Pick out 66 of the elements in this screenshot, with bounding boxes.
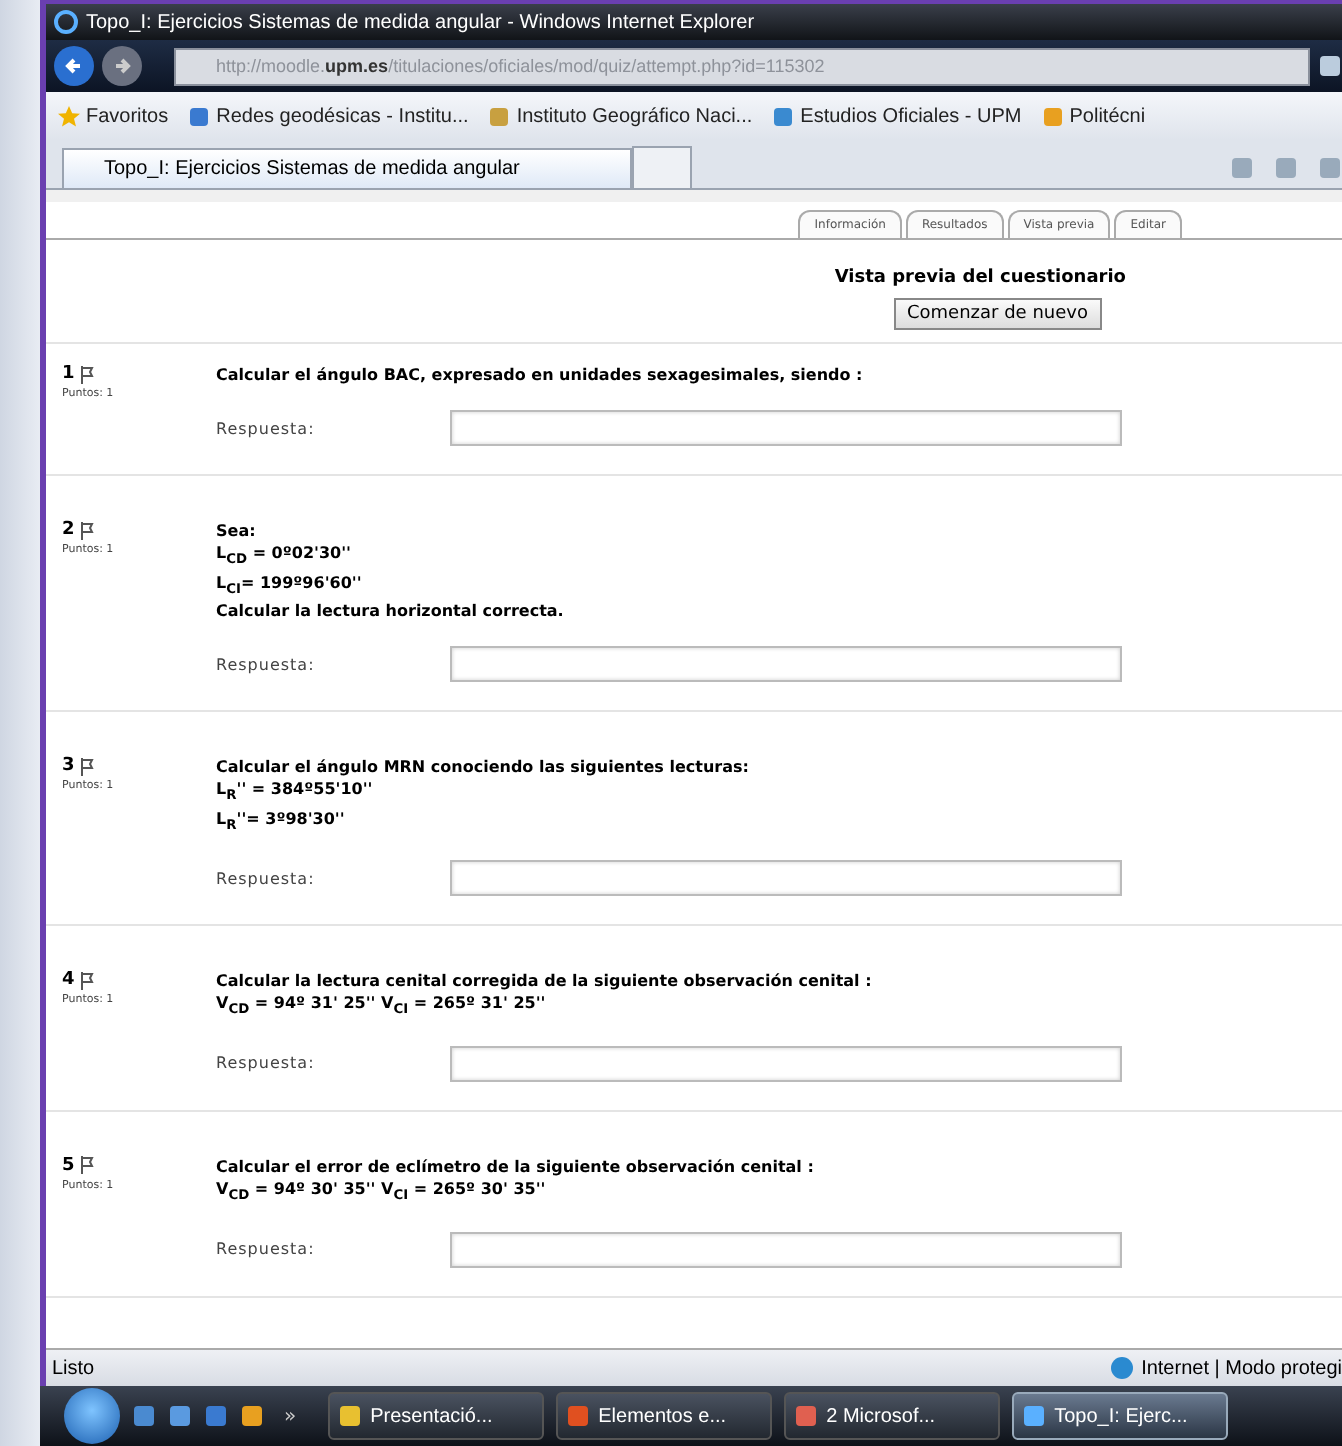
answer-label: Respuesta:	[216, 869, 317, 888]
security-zone: Internet | Modo protegi	[1109, 1356, 1342, 1380]
arrow-right-icon	[112, 56, 132, 76]
favorites-item[interactable]: Instituto Geográfico Naci...	[488, 105, 753, 127]
favorites-item[interactable]: Politécni	[1041, 105, 1146, 127]
answer-field[interactable]	[450, 1231, 1122, 1268]
window-title: Topo_I: Ejercicios Sistemas de medida angular - Windows Internet Explorer	[86, 11, 755, 33]
question-text: Calcular el error de eclímetro de la siguiente observación cenital :	[216, 1155, 816, 1178]
start-button[interactable]	[64, 1388, 120, 1444]
question-text: V$_{CD}$ = 94º 31' 25'' V$_{CI}$ = 265º 31' 25''	[216, 992, 548, 1022]
site-icon	[488, 105, 511, 127]
site-icon	[772, 105, 795, 127]
address-field[interactable]: http://moodle.upm.es/titulaciones/oficiales/mod/quiz/attempt.php?id=115302	[174, 47, 1310, 85]
answer-field[interactable]	[450, 860, 1122, 897]
app-icon	[566, 1404, 591, 1428]
overflow-chevron[interactable]: »	[284, 1405, 297, 1427]
flag-icon	[80, 971, 97, 990]
flag-icon	[80, 365, 97, 383]
favorites-item[interactable]: Estudios Oficiales - UPM	[772, 105, 1022, 127]
browser-tab[interactable]: Topo_I: Ejercicios Sistemas de medida angular	[62, 148, 632, 188]
question-number: 5	[62, 1155, 75, 1176]
question-text: V$_{CD}$ = 94º 30' 35'' V$_{CI}$ = 265º 30' 35''	[216, 1177, 548, 1208]
flag-icon	[80, 521, 97, 539]
favorites-item[interactable]: Redes geodésicas - Institu...	[188, 105, 469, 127]
taskbar-button[interactable]: Elementos e...	[556, 1392, 773, 1440]
site-icon	[188, 105, 211, 127]
star-icon	[58, 105, 80, 127]
question-text: Calcular la lectura horizontal correcta.	[216, 600, 566, 623]
question-number: 2	[62, 520, 75, 540]
arrow-left-icon	[64, 56, 84, 76]
app-icon	[338, 1404, 363, 1428]
answer-field[interactable]	[450, 1045, 1122, 1082]
question-text: L$_{CI}$= 199º96'60''	[216, 571, 364, 601]
status-text: Listo	[52, 1357, 95, 1379]
flag-icon	[80, 1156, 97, 1175]
answer-label: Respuesta:	[216, 655, 317, 674]
question-text: Calcular el ángulo MRN conociendo las siguientes lecturas:	[216, 756, 751, 779]
back-button[interactable]	[54, 46, 94, 86]
app-icon	[1022, 1404, 1047, 1428]
restart-button[interactable]: Comenzar de nuevo	[893, 298, 1102, 330]
new-tab-button[interactable]	[632, 146, 692, 188]
question-text: Calcular el ángulo BAC, expresado en unidades sexagesimales, siendo :	[216, 364, 865, 386]
question-text: L$_{R}$'' = 384º55'10''	[216, 778, 375, 808]
taskbar-button[interactable]: 2 Microsof...	[784, 1392, 1001, 1440]
question-number: 1	[62, 364, 75, 384]
flag-icon	[80, 757, 97, 776]
answer-field[interactable]	[450, 646, 1122, 683]
forward-button[interactable]	[102, 46, 142, 86]
favorites-item[interactable]: Favoritos	[58, 105, 169, 127]
question-text: Calcular la lectura cenital corregida de la siguiente observación cenital :	[216, 970, 874, 993]
site-icon	[1041, 105, 1064, 127]
answer-label: Respuesta:	[216, 1240, 317, 1259]
question-text: L$_{R}$''= 3º98'30''	[216, 807, 347, 837]
question-number: 4	[62, 970, 75, 991]
page-heading: Vista previa del cuestionario	[834, 268, 1126, 288]
taskbar-button[interactable]: Topo_I: Ejerc...	[1012, 1392, 1229, 1440]
question-text: L$_{CD}$ = 0º02'30''	[216, 542, 353, 572]
app-icon	[794, 1404, 819, 1428]
globe-icon	[1109, 1356, 1134, 1380]
answer-label: Respuesta:	[216, 1054, 317, 1073]
answer-label: Respuesta:	[216, 419, 317, 437]
question-text: Sea:	[216, 520, 258, 542]
question-number: 3	[62, 756, 75, 777]
taskbar-button[interactable]: Presentació...	[328, 1392, 545, 1440]
answer-field[interactable]	[450, 410, 1122, 446]
browser-logo-icon	[54, 10, 78, 34]
